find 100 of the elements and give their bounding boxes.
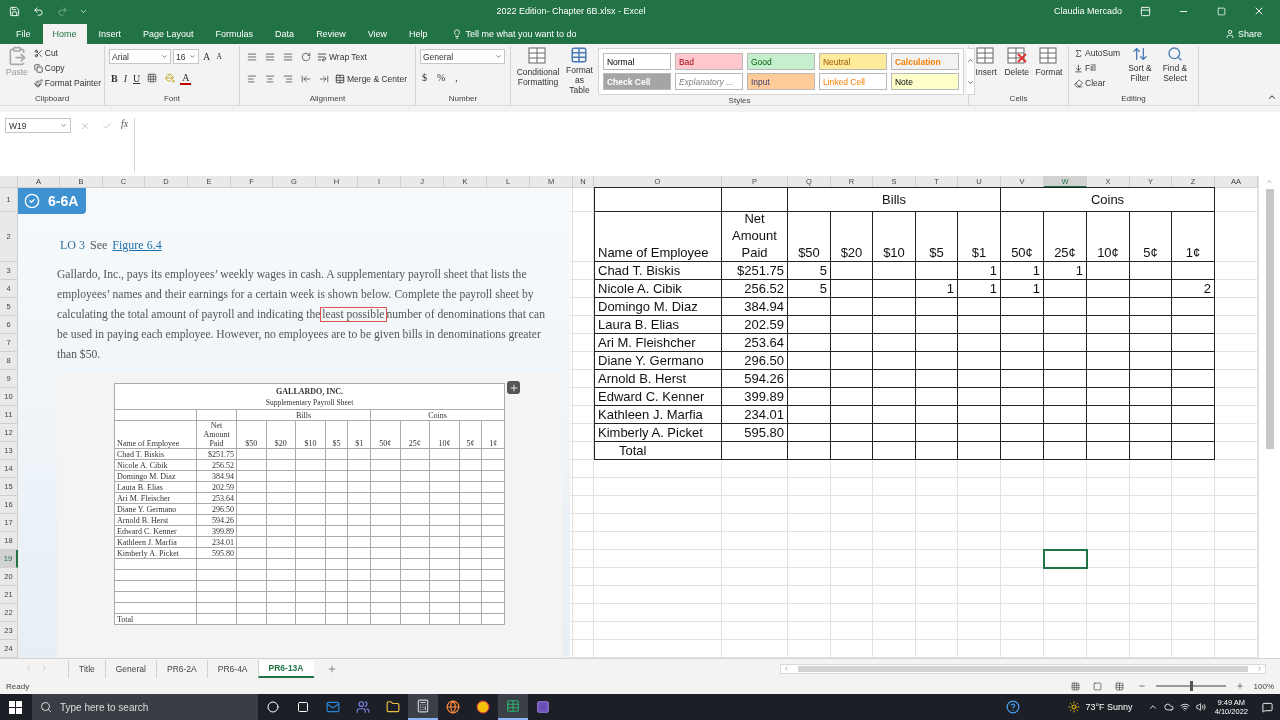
- align-top-icon[interactable]: [247, 52, 257, 62]
- insert-function-button[interactable]: fx: [121, 118, 129, 129]
- spreadsheet-icon[interactable]: [506, 699, 520, 713]
- align-left-icon[interactable]: [247, 74, 257, 84]
- undo-icon[interactable]: [32, 5, 44, 17]
- menu-tab[interactable]: View: [357, 24, 397, 44]
- wrap-text-button[interactable]: Wrap Text: [316, 50, 368, 64]
- volume-icon[interactable]: [1195, 702, 1206, 712]
- mail-icon[interactable]: [326, 700, 340, 714]
- font-color-button[interactable]: A: [180, 71, 192, 85]
- task-view-icon[interactable]: [297, 701, 309, 713]
- restore-icon[interactable]: [1216, 6, 1226, 16]
- cell-style[interactable]: Neutral: [818, 53, 887, 70]
- cell-style[interactable]: Bad: [674, 53, 743, 70]
- cut-button[interactable]: Cut: [32, 46, 102, 60]
- currency-button[interactable]: $: [420, 70, 429, 84]
- notifications-icon[interactable]: [1261, 701, 1273, 713]
- menu-tab[interactable]: Review: [306, 24, 356, 44]
- page-break-icon[interactable]: [1115, 681, 1125, 691]
- conditional-formatting-button[interactable]: Conditional Formatting: [515, 46, 561, 95]
- underline-button[interactable]: U: [131, 71, 143, 85]
- increase-indent-icon[interactable]: [319, 74, 329, 84]
- menu-tab[interactable]: Data: [265, 24, 305, 44]
- align-bottom-icon[interactable]: [283, 52, 293, 62]
- show-hidden-icon[interactable]: [1147, 702, 1158, 712]
- app-icon[interactable]: [536, 700, 550, 714]
- normal-view-icon[interactable]: [1071, 681, 1081, 691]
- sheet-tab[interactable]: PR6-2A: [156, 659, 207, 678]
- align-center-icon[interactable]: [265, 74, 275, 84]
- cell-style[interactable]: Normal: [602, 53, 671, 70]
- circle-icon[interactable]: [267, 701, 279, 713]
- cell-style[interactable]: Explanatory ...: [674, 73, 743, 90]
- zoom-thumb[interactable]: [1189, 681, 1193, 691]
- sheet-tab[interactable]: PR6-4A: [206, 659, 258, 678]
- weather-text[interactable]: 73°F Sunny: [1085, 702, 1133, 712]
- browser-icon[interactable]: [476, 700, 490, 714]
- comma-button[interactable]: ,: [453, 70, 460, 84]
- help-icon[interactable]: [1006, 700, 1021, 714]
- sheet-tab[interactable]: PR6-13A: [257, 659, 314, 678]
- sheet-tab[interactable]: General: [104, 659, 156, 678]
- grow-font-button[interactable]: A: [201, 49, 213, 64]
- align-middle-icon[interactable]: [265, 52, 275, 62]
- page-layout-icon[interactable]: [1093, 681, 1103, 691]
- shrink-font-button[interactable]: A: [214, 49, 224, 64]
- menu-tab[interactable]: Home: [42, 24, 87, 44]
- font-name-field[interactable]: Arial: [109, 49, 171, 64]
- insert-button[interactable]: Insert: [973, 46, 1000, 93]
- font-size-field[interactable]: 16: [173, 49, 199, 64]
- name-box[interactable]: W19: [5, 118, 71, 133]
- tell-me-search[interactable]: Tell me what you want to do: [445, 24, 583, 44]
- scrollbar-thumb[interactable]: [1265, 189, 1274, 449]
- copy-button[interactable]: Copy: [32, 61, 102, 75]
- delete-button[interactable]: Delete: [1002, 46, 1031, 93]
- zoom-in-icon[interactable]: [1235, 682, 1244, 690]
- ribbon-display-icon[interactable]: [1139, 5, 1151, 17]
- collapse-ribbon-icon[interactable]: [1267, 92, 1277, 102]
- menu-tab[interactable]: Insert: [88, 24, 132, 44]
- cloud-icon[interactable]: [1163, 702, 1174, 712]
- cell-style[interactable]: Good: [746, 53, 815, 70]
- gallery-scroll[interactable]: [966, 48, 975, 95]
- fill-color-icon[interactable]: [165, 73, 176, 83]
- add-button[interactable]: [507, 381, 520, 394]
- align-right-icon[interactable]: [283, 74, 293, 84]
- borders-icon[interactable]: [147, 73, 158, 83]
- calculator-icon[interactable]: [416, 699, 430, 713]
- italic-button[interactable]: I: [121, 71, 129, 85]
- menu-tab[interactable]: Help: [399, 24, 438, 44]
- bold-button[interactable]: B: [109, 71, 120, 85]
- globe-icon[interactable]: [446, 700, 460, 714]
- wifi-icon[interactable]: [1179, 702, 1190, 712]
- figure-link[interactable]: Figure 6.4: [112, 238, 162, 253]
- share-button[interactable]: Share: [1218, 24, 1268, 44]
- number-format-field[interactable]: General: [420, 49, 505, 64]
- save-icon[interactable]: [8, 5, 20, 17]
- autosum-button[interactable]: AutoSum: [1073, 46, 1121, 60]
- horizontal-scrollbar[interactable]: [780, 663, 1266, 674]
- format-as-table-button[interactable]: Format as Table: [564, 46, 595, 95]
- clear-button[interactable]: Clear: [1073, 76, 1121, 90]
- cell-style[interactable]: Note: [890, 73, 959, 90]
- cell-style[interactable]: Input: [746, 73, 815, 90]
- decrease-indent-icon[interactable]: [301, 74, 311, 84]
- close-icon[interactable]: [1253, 5, 1265, 17]
- redo-icon[interactable]: [56, 5, 68, 17]
- orientation-icon[interactable]: [301, 52, 311, 62]
- fill-button[interactable]: Fill: [1073, 61, 1121, 75]
- menu-tab[interactable]: Formulas: [205, 24, 264, 44]
- windows-logo-icon[interactable]: [8, 700, 22, 714]
- format-button[interactable]: Format: [1034, 46, 1064, 93]
- sheet-tab[interactable]: Title: [68, 659, 105, 678]
- merge-center-button[interactable]: Merge & Center: [334, 72, 408, 86]
- people-icon[interactable]: [356, 700, 370, 714]
- find-select-button[interactable]: Find & Select: [1158, 46, 1191, 93]
- format-painter-button[interactable]: Format Painter: [32, 76, 102, 90]
- percent-button[interactable]: %: [435, 70, 448, 84]
- new-sheet-icon[interactable]: [326, 663, 337, 674]
- menu-tab[interactable]: Page Layout: [133, 24, 204, 44]
- menu-tab[interactable]: File: [6, 24, 41, 44]
- taskbar-search-field[interactable]: Type here to search: [32, 694, 258, 720]
- folder-icon[interactable]: [386, 700, 400, 714]
- sort-filter-button[interactable]: Sort & Filter: [1123, 46, 1156, 93]
